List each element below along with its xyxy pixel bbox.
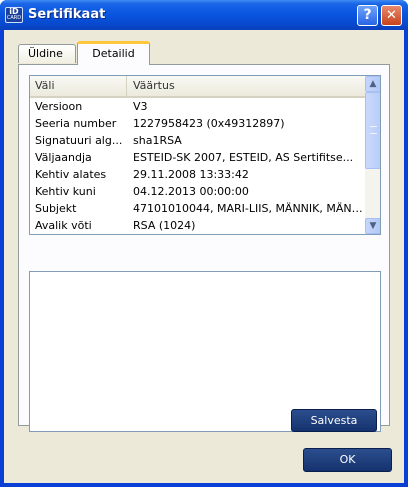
list-row[interactable]: Signatuuri alg... sha1RSA <box>30 133 365 149</box>
scroll-down-icon[interactable]: ▼ <box>365 218 380 234</box>
id-card-icon: iD CARD <box>5 7 23 23</box>
list-row[interactable]: Versioon V3 <box>30 99 365 115</box>
field-value: RSA (1024) <box>133 219 196 232</box>
dialog-client-area: Üldine Detailid Väli Väärtus Versioon V3… <box>4 30 404 483</box>
certificate-window: iD CARD Sertifikaat ? ✕ Üldine Detailid … <box>0 0 408 487</box>
title-bar[interactable]: iD CARD Sertifikaat ? ✕ <box>0 0 408 30</box>
tab-general[interactable]: Üldine <box>18 44 76 63</box>
field-name: Subjekt <box>35 202 77 215</box>
column-header-value[interactable]: Väärtus <box>128 76 365 96</box>
help-button[interactable]: ? <box>357 5 378 26</box>
field-name: Väljaandja <box>35 151 92 164</box>
field-value: ESTEID-SK 2007, ESTEID, AS Sertifitse... <box>133 151 354 164</box>
close-button[interactable]: ✕ <box>381 5 402 26</box>
tab-details[interactable]: Detailid <box>77 41 150 65</box>
list-row[interactable]: Subjekt 47101010044, MARI-LIIS, MÄNNIK, … <box>30 201 365 217</box>
field-name: Avalik võti <box>35 219 92 232</box>
save-button[interactable]: Salvesta <box>291 409 377 432</box>
field-name: Versioon <box>35 100 83 113</box>
field-detail-textbox[interactable] <box>29 271 381 432</box>
list-row[interactable]: Kehtiv kuni 04.12.2013 00:00:00 <box>30 184 365 200</box>
list-row[interactable]: Kehtiv alates 29.11.2008 13:33:42 <box>30 167 365 183</box>
list-header: Väli Väärtus <box>30 76 365 98</box>
ok-button[interactable]: OK <box>303 448 392 472</box>
list-row[interactable]: Avalik võti RSA (1024) <box>30 218 365 234</box>
id-card-icon-subtext: CARD <box>6 15 22 21</box>
details-tab-panel: Väli Väärtus Versioon V3 Seeria number 1… <box>18 64 390 432</box>
certificate-fields-list[interactable]: Väli Väärtus Versioon V3 Seeria number 1… <box>29 75 381 235</box>
grip-icon <box>370 126 377 134</box>
field-name: Kehtiv alates <box>35 168 107 181</box>
window-title: Sertifikaat <box>28 7 106 22</box>
scroll-up-icon[interactable]: ▲ <box>365 76 380 92</box>
window-bottom-border <box>0 483 408 487</box>
list-row[interactable]: Väljaandja ESTEID-SK 2007, ESTEID, AS Se… <box>30 150 365 166</box>
field-value: 1227958423 (0x49312897) <box>133 117 285 130</box>
field-value: 04.12.2013 00:00:00 <box>133 185 249 198</box>
field-value: 47101010044, MARI-LIIS, MÄNNIK, MÄNNI... <box>133 202 365 215</box>
field-value: V3 <box>133 100 148 113</box>
field-name: Seeria number <box>35 117 117 130</box>
field-name: Signatuuri alg... <box>35 134 123 147</box>
column-header-field[interactable]: Väli <box>30 76 127 96</box>
list-row[interactable]: Seeria number 1227958423 (0x49312897) <box>30 116 365 132</box>
field-value: 29.11.2008 13:33:42 <box>133 168 249 181</box>
field-name: Kehtiv kuni <box>35 185 96 198</box>
field-value: sha1RSA <box>133 134 182 147</box>
scroll-thumb[interactable] <box>365 92 380 169</box>
vertical-scrollbar[interactable]: ▲ ▼ <box>365 76 380 234</box>
